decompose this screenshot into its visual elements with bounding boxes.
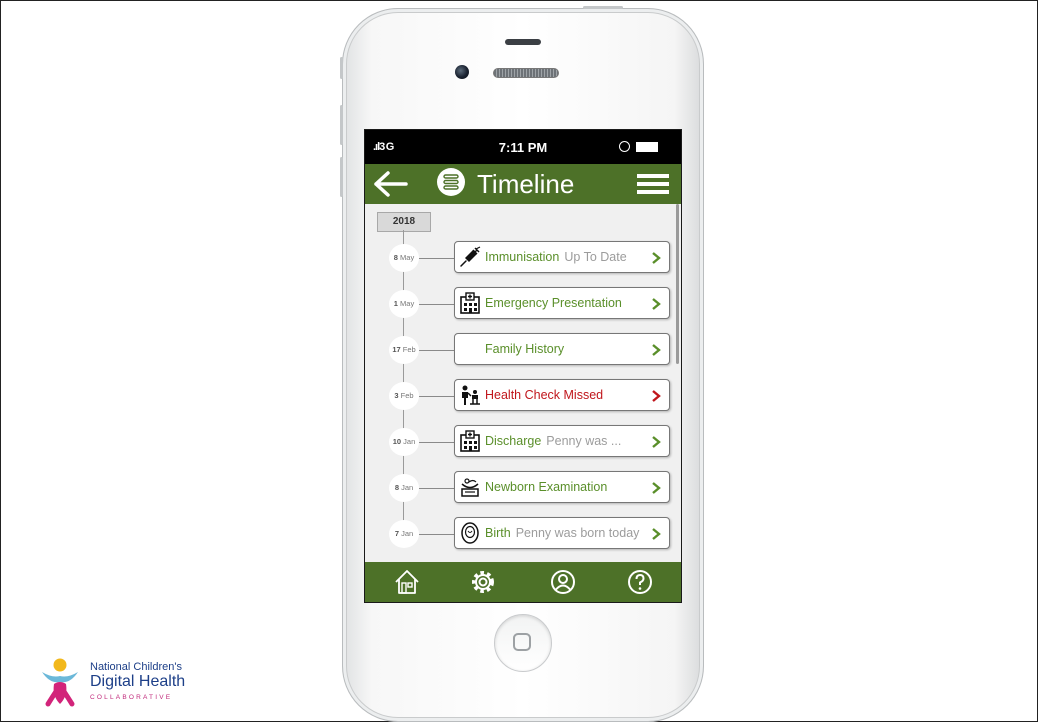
chevron-right-icon <box>652 482 661 494</box>
phone-home-button[interactable] <box>494 614 552 672</box>
logo-line-1: National Children's <box>90 661 182 673</box>
timeline-card-health-check-missed[interactable]: Health Check Missed <box>454 379 670 411</box>
battery-icon <box>636 142 658 152</box>
phone-screen: .ıl3G 7:11 PM Timeline 2018 8 May Immuni… <box>364 129 682 603</box>
chevron-right-icon <box>652 528 661 540</box>
profile-icon[interactable] <box>549 568 577 596</box>
timeline-card-birth[interactable]: Birth Penny was born today <box>454 517 670 549</box>
phone-camera <box>455 65 469 79</box>
timeline-date: 8 May <box>389 244 419 272</box>
timeline-card-text: Immunisation Up To Date <box>485 250 627 264</box>
timeline-row: 8 May Immunisation Up To Date <box>365 240 681 276</box>
timeline-date: 17 Feb <box>389 336 419 364</box>
timeline-connector <box>419 350 455 351</box>
gear-icon[interactable] <box>469 568 497 596</box>
timeline-date: 3 Feb <box>389 382 419 410</box>
timeline-row: 17 Feb Family History <box>365 332 681 368</box>
hamburger-menu-icon[interactable] <box>637 174 669 196</box>
status-time: 7:11 PM <box>498 140 548 155</box>
syringe-icon <box>460 246 481 267</box>
timeline-card-text: Newborn Examination <box>485 480 608 494</box>
timeline-date: 1 May <box>389 290 419 318</box>
baby-scale-icon <box>461 478 479 497</box>
chevron-right-icon <box>652 252 661 264</box>
chevron-right-icon <box>652 436 661 448</box>
bottom-tab-bar <box>365 562 681 602</box>
chevron-right-icon <box>652 390 661 402</box>
health-check-icon <box>462 385 480 405</box>
back-arrow-icon[interactable] <box>373 170 409 198</box>
logo-line-3: COLLABORATIVE <box>90 694 173 701</box>
logo-line-2: Digital Health <box>90 673 186 690</box>
hospital-icon <box>460 292 480 314</box>
phone-mockup: .ıl3G 7:11 PM Timeline 2018 8 May Immuni… <box>340 6 704 722</box>
phone-side-button <box>340 57 343 79</box>
help-icon[interactable] <box>626 568 654 596</box>
timeline-connector <box>419 534 455 535</box>
phone-speaker <box>505 39 541 45</box>
timeline-card-text: Family History <box>485 342 565 356</box>
phone-volume-down <box>340 157 343 197</box>
timeline-card-text: Birth Penny was born today <box>485 526 640 540</box>
timeline-icon <box>437 168 465 196</box>
timeline-card-discharge[interactable]: Discharge Penny was ... <box>454 425 670 457</box>
logo-figure-icon <box>42 658 78 707</box>
timeline-row: 8 Jan Newborn Examination <box>365 470 681 506</box>
hospital-icon <box>460 430 480 452</box>
baby-icon <box>461 522 479 544</box>
timeline-row: 1 May Emergency Presentation <box>365 286 681 322</box>
home-icon[interactable] <box>393 568 421 596</box>
chevron-right-icon <box>652 298 661 310</box>
timeline-card-text: Emergency Presentation <box>485 296 622 310</box>
year-marker: 2018 <box>377 212 431 232</box>
ncdhc-logo: National Children's Digital Health COLLA… <box>38 658 185 713</box>
timeline-date: 7 Jan <box>389 520 419 548</box>
timeline-connector <box>419 304 455 305</box>
timeline-row: 3 Feb Health Check Missed <box>365 378 681 414</box>
status-bar: .ıl3G 7:11 PM <box>365 130 681 164</box>
timeline-connector <box>419 442 455 443</box>
timeline-card-family-history[interactable]: Family History <box>454 333 670 365</box>
phone-earpiece <box>493 68 559 78</box>
timeline-date: 8 Jan <box>389 474 419 502</box>
app-header: Timeline <box>365 164 681 204</box>
timeline-row: 10 Jan Discharge Penny was ... <box>365 424 681 460</box>
timeline-card-text: Health Check Missed <box>485 388 604 402</box>
timeline-card-immunisation[interactable]: Immunisation Up To Date <box>454 241 670 273</box>
timeline-connector <box>419 488 455 489</box>
chevron-right-icon <box>652 344 661 356</box>
timeline-card-text: Discharge Penny was ... <box>485 434 622 448</box>
timeline-card-emergency-presentation[interactable]: Emergency Presentation <box>454 287 670 319</box>
timeline-row: 7 Jan Birth Penny was born today <box>365 516 681 552</box>
page-title: Timeline <box>477 169 575 199</box>
timeline-connector <box>419 258 455 259</box>
timeline-card-newborn-examination[interactable]: Newborn Examination <box>454 471 670 503</box>
clock-icon <box>619 141 630 152</box>
timeline-connector <box>419 396 455 397</box>
phone-power-button <box>583 6 623 9</box>
timeline-date: 10 Jan <box>389 428 419 456</box>
phone-volume-up <box>340 105 343 145</box>
